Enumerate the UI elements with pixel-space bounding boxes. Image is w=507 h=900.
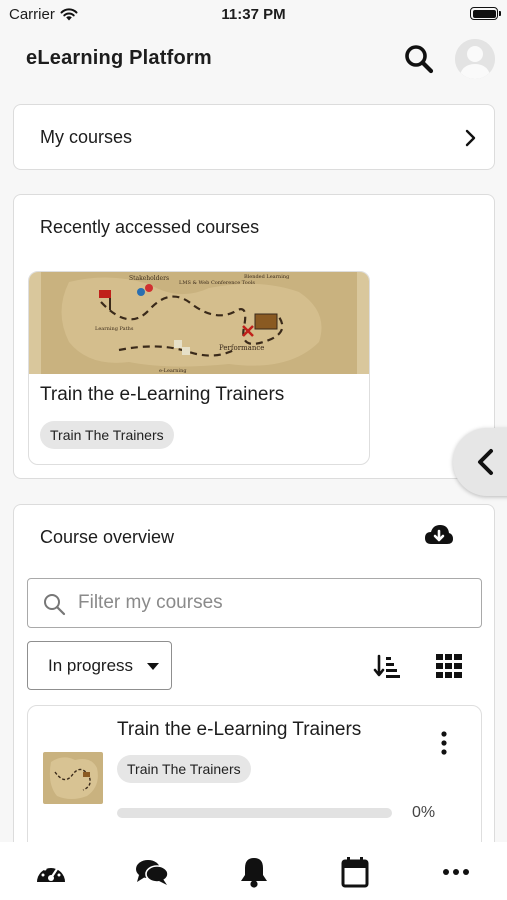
course-image: Stakeholders LMS & Web Conference Tools … — [29, 272, 369, 374]
course-progress-bar — [117, 808, 392, 818]
page-title: eLearning Platform — [26, 47, 212, 69]
app-header: eLearning Platform — [0, 30, 507, 90]
course-category-badge: Train The Trainers — [40, 421, 174, 449]
map-label-blended: Blended Learning — [244, 274, 290, 280]
map-label-lms: LMS & Web Conference Tools — [179, 280, 255, 286]
course-name: Train the e-Learning Trainers — [40, 384, 285, 405]
caret-down-icon — [147, 663, 159, 670]
course-options-button[interactable] — [436, 730, 452, 758]
search-button[interactable] — [402, 42, 436, 76]
map-label-elearning: e-Learning — [159, 368, 187, 374]
cloud-download-icon — [425, 525, 453, 544]
dashboard-icon — [37, 864, 65, 882]
clock: 11:37 PM — [221, 6, 286, 23]
battery-icon — [470, 7, 501, 20]
course-progress-text: 0% — [412, 804, 436, 821]
tab-dashboard[interactable] — [34, 856, 68, 888]
recent-course-card[interactable]: Stakeholders LMS & Web Conference Tools … — [28, 271, 370, 465]
view-toggle-button[interactable] — [436, 654, 462, 678]
more-icon — [443, 869, 469, 875]
user-avatar[interactable] — [455, 39, 495, 79]
my-courses-label: My courses — [40, 127, 133, 147]
course-name: Train the e-Learning Trainers — [117, 719, 362, 740]
recent-section-title: Recently accessed courses — [40, 217, 260, 237]
calendar-icon — [341, 857, 369, 888]
messages-icon — [136, 860, 169, 885]
more-vertical-icon — [441, 731, 447, 755]
download-button[interactable] — [424, 523, 454, 549]
tab-messages[interactable] — [135, 856, 169, 888]
map-label-performance: Performance — [219, 344, 264, 352]
grid-icon — [436, 654, 462, 678]
course-overview-block: Course overview In progress — [13, 504, 495, 875]
sort-icon — [373, 654, 400, 678]
search-icon — [44, 594, 66, 616]
course-thumbnail — [43, 752, 103, 804]
course-category-badge: Train The Trainers — [117, 755, 251, 783]
chevron-right-icon — [465, 129, 476, 147]
bottom-tab-bar — [0, 842, 507, 900]
sort-button[interactable] — [373, 652, 401, 680]
filter-input[interactable] — [78, 589, 473, 617]
status-bar: Carrier 11:37 PM — [0, 0, 507, 28]
my-courses-link[interactable]: My courses — [13, 104, 495, 170]
map-label-stakeholders: Stakeholders — [129, 275, 169, 282]
tab-calendar[interactable] — [338, 856, 372, 888]
user-avatar-icon — [455, 39, 495, 79]
filter-field[interactable] — [27, 578, 482, 628]
overview-section-title: Course overview — [40, 527, 175, 547]
tab-more[interactable] — [439, 856, 473, 888]
notifications-icon — [241, 858, 267, 888]
tab-notifications[interactable] — [237, 856, 271, 888]
search-icon — [405, 45, 434, 74]
grouping-select-label: In progress — [48, 656, 134, 675]
grouping-select[interactable]: In progress — [27, 641, 172, 690]
chevron-left-icon — [478, 449, 493, 475]
block-drawer-toggle[interactable] — [453, 428, 507, 496]
recently-accessed-block: Recently accessed courses Stakeholders L… — [13, 194, 495, 479]
map-label-paths: Learning Paths — [95, 326, 134, 332]
